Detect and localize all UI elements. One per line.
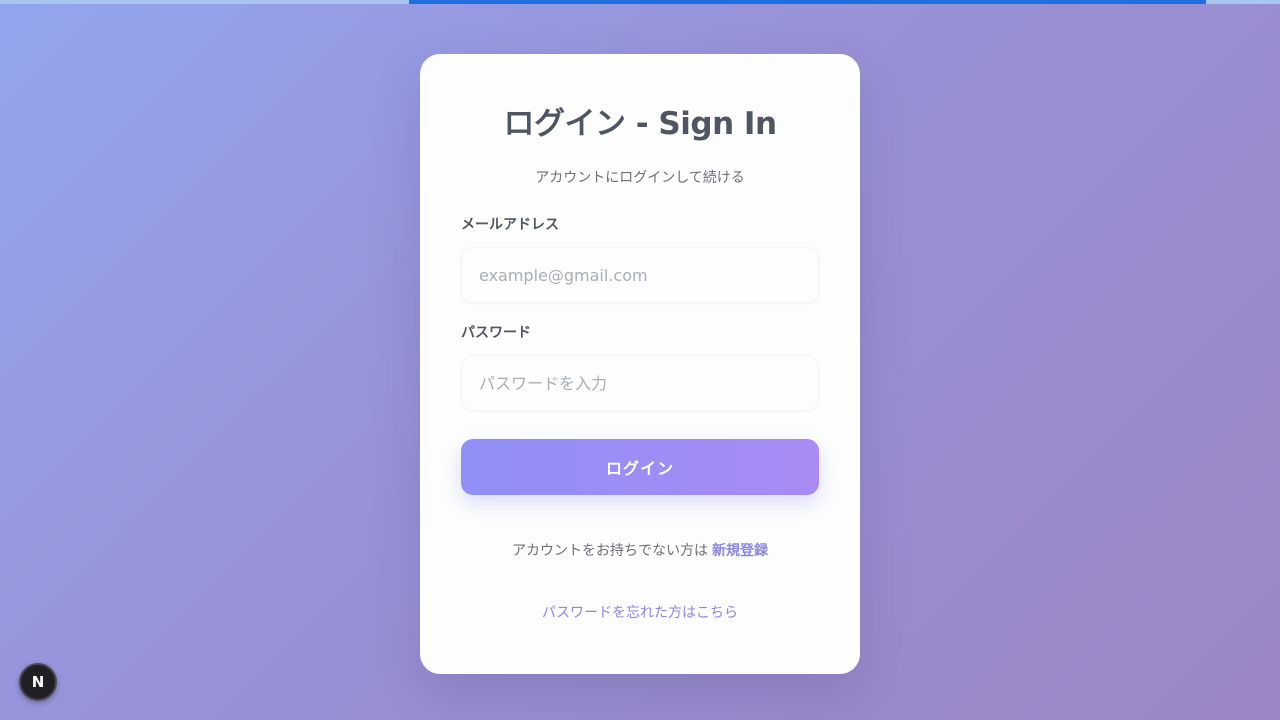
email-label: メールアドレス [461, 217, 559, 233]
password-label: パスワード [461, 325, 531, 341]
email-field[interactable] [461, 247, 819, 303]
forgot-password-link[interactable]: パスワードを忘れた方はこちら [542, 605, 738, 621]
signup-prompt-text: アカウントをお持ちでない方は [512, 543, 708, 559]
nextjs-icon[interactable]: N [19, 663, 57, 701]
forgot-password-row: パスワードを忘れた方はこちら [461, 603, 819, 623]
nextjs-icon-letter: N [31, 673, 45, 691]
signup-prompt: アカウントをお持ちでない方は 新規登録 [461, 541, 819, 561]
signup-link[interactable]: 新規登録 [712, 543, 768, 559]
page-subtitle: アカウントにログインして続ける [535, 170, 745, 186]
login-button[interactable]: ログイン [461, 439, 819, 495]
password-field[interactable] [461, 355, 819, 411]
login-card: ログイン - Sign In アカウントにログインして続ける メールアドレス パ… [420, 54, 860, 674]
page-title: ログイン - Sign In [503, 106, 777, 142]
top-progress-bar [0, 0, 1280, 4]
top-progress-fill [409, 0, 1206, 4]
